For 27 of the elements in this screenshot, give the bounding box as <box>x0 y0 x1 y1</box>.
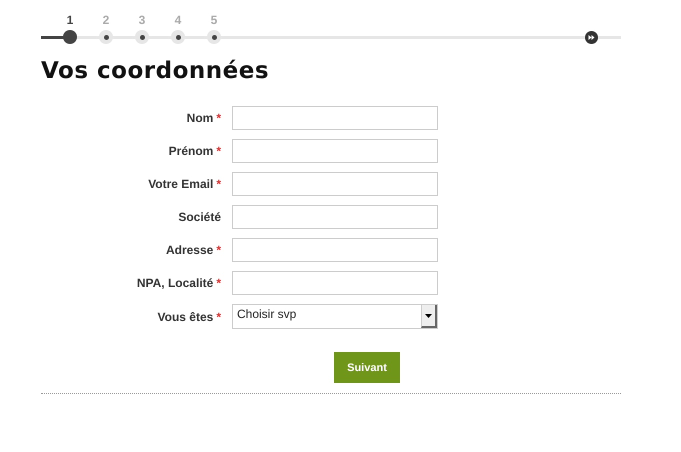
caret-icon <box>425 314 432 318</box>
step-dot[interactable] <box>207 30 221 44</box>
step-number: 3 <box>138 13 146 27</box>
step-dot[interactable] <box>135 30 149 44</box>
input-field[interactable] <box>232 205 438 229</box>
field-label: Société <box>178 210 221 224</box>
field-label: Adresse * <box>166 243 221 257</box>
select-field[interactable]: Choisir svp <box>232 304 438 329</box>
field-label: Nom * <box>186 111 221 125</box>
step-dot[interactable] <box>171 30 185 44</box>
step-number: 1 <box>66 13 74 27</box>
input-field[interactable] <box>232 172 438 196</box>
section-heading: Vos coordonnées <box>41 58 270 84</box>
input-field[interactable] <box>232 139 438 163</box>
input-field[interactable] <box>232 238 438 262</box>
input-field[interactable] <box>232 271 438 295</box>
step-number: 2 <box>102 13 110 27</box>
fast-forward-icon[interactable] <box>585 31 598 44</box>
step-number: 4 <box>174 13 182 27</box>
input-field[interactable] <box>232 106 438 130</box>
field-label: Vous êtes * <box>158 310 221 324</box>
step-dot[interactable] <box>99 30 113 44</box>
field-label: Prénom * <box>168 144 221 158</box>
step-dot[interactable] <box>63 30 77 44</box>
step-number: 5 <box>210 13 218 27</box>
field-label: NPA, Localité * <box>136 276 221 290</box>
field-label: Votre Email * <box>148 177 221 191</box>
